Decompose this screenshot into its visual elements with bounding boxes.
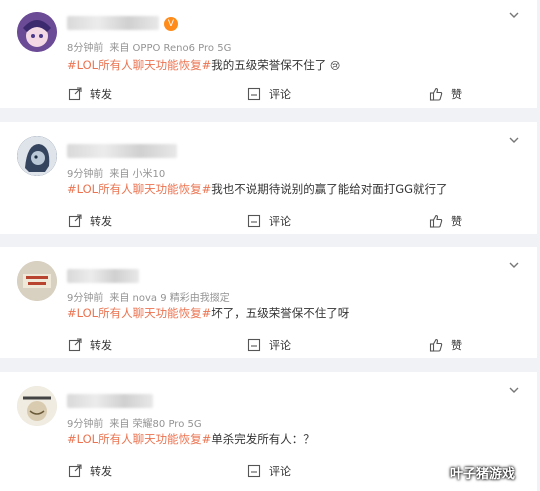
avatar[interactable] [17,386,57,426]
comment-label: 评论 [269,88,291,101]
comment-icon [247,464,261,478]
repost-button[interactable]: 转发 [68,463,112,479]
repost-button[interactable]: 转发 [68,213,112,229]
repost-icon [68,214,82,228]
avatar[interactable] [17,136,57,176]
chevron-down-icon[interactable] [509,385,519,395]
repost-label: 转发 [90,465,112,478]
topic-link[interactable]: #LOL所有人聊天功能恢复# [67,182,211,196]
post-source: 来自 OPPO Reno6 Pro 5G [109,43,232,54]
watermark: 叶子猪游戏 [433,463,515,482]
comment-button[interactable]: 评论 [247,86,291,102]
post-time[interactable]: 8分钟前 [67,43,103,54]
thumbs-up-icon [433,466,447,480]
post-content: #LOL所有人聊天功能恢复#坏了，五级荣誉保不住了呀 [67,305,349,321]
repost-icon [68,464,82,478]
chevron-down-icon[interactable] [509,260,519,270]
like-button[interactable]: 赞 [429,337,462,353]
like-label: 赞 [451,339,462,352]
username-blurred[interactable] [67,394,153,408]
like-label: 赞 [451,88,462,101]
avatar-image [17,386,57,426]
post-content: #LOL所有人聊天功能恢复#单杀完发所有人：？ [67,431,315,447]
avatar[interactable] [17,261,57,301]
post-text: 坏了，五级荣誉保不住了呀 [211,306,350,320]
like-button[interactable]: 赞 [429,213,462,229]
repost-icon [68,338,82,352]
chevron-down-icon[interactable] [509,135,519,145]
repost-label: 转发 [90,339,112,352]
watermark-text: 叶子猪游戏 [450,467,516,482]
comment-label: 评论 [269,339,291,352]
post-card: 9分钟前 来自 nova 9 精彩由我掇定 #LOL所有人聊天功能恢复#坏了，五级… [0,247,537,358]
post-card: V 8分钟前 来自 OPPO Reno6 Pro 5G #LOL所有人聊天功能恢复… [0,0,537,108]
post-source: 来自 小米10 [109,169,166,180]
repost-button[interactable]: 转发 [68,337,112,353]
post-time[interactable]: 9分钟前 [67,169,103,180]
comment-icon [247,338,261,352]
post-text: 单杀完发所有人：？ [211,432,315,446]
avatar-image [17,261,57,301]
repost-label: 转发 [90,88,112,101]
comment-button[interactable]: 评论 [247,213,291,229]
topic-link[interactable]: #LOL所有人聊天功能恢复# [67,58,211,72]
post-meta: 9分钟前 来自 小米10 [67,165,171,180]
like-button[interactable]: 赞 [429,86,462,102]
comment-icon [247,214,261,228]
post-content: #LOL所有人聊天功能恢复#我的五级荣誉保不住了 😢 [67,57,340,73]
topic-link[interactable]: #LOL所有人聊天功能恢复# [67,306,211,320]
comment-label: 评论 [269,465,291,478]
avatar[interactable] [17,12,57,52]
comment-button[interactable]: 评论 [247,337,291,353]
post-source: 来自 nova 9 精彩由我掇定 [109,293,230,304]
post-source: 来自 荣耀80 Pro 5G [109,419,202,430]
post-card: 9分钟前 来自 小米10 #LOL所有人聊天功能恢复#我也不说期待说别的赢了能给对… [0,122,537,234]
thumbs-up-icon [429,87,443,101]
comment-icon [247,87,261,101]
post-time[interactable]: 9分钟前 [67,293,103,304]
username-blurred[interactable] [67,144,177,158]
thumbs-up-icon [429,338,443,352]
thumbs-up-icon [429,214,443,228]
avatar-image [17,12,57,52]
repost-label: 转发 [90,215,112,228]
crying-emoji-icon: 😢 [329,61,341,72]
repost-button[interactable]: 转发 [68,86,112,102]
chevron-down-icon[interactable] [509,10,519,20]
repost-icon [68,87,82,101]
comment-label: 评论 [269,215,291,228]
user-badge-icon: V [164,17,178,31]
post-content: #LOL所有人聊天功能恢复#我也不说期待说别的赢了能给对面打GG就行了 [67,181,448,197]
like-label: 赞 [451,215,462,228]
avatar-image [17,136,57,176]
post-text: 我也不说期待说别的赢了能给对面打GG就行了 [211,182,448,196]
post-meta: 9分钟前 来自 nova 9 精彩由我掇定 [67,289,236,304]
post-text: 我的五级荣誉保不住了 [211,58,327,72]
post-time[interactable]: 9分钟前 [67,419,103,430]
topic-link[interactable]: #LOL所有人聊天功能恢复# [67,432,211,446]
comment-button[interactable]: 评论 [247,463,291,479]
post-meta: 9分钟前 来自 荣耀80 Pro 5G [67,415,208,430]
username-blurred[interactable] [67,16,159,30]
post-meta: 8分钟前 来自 OPPO Reno6 Pro 5G [67,39,237,54]
username-blurred[interactable] [67,269,139,283]
